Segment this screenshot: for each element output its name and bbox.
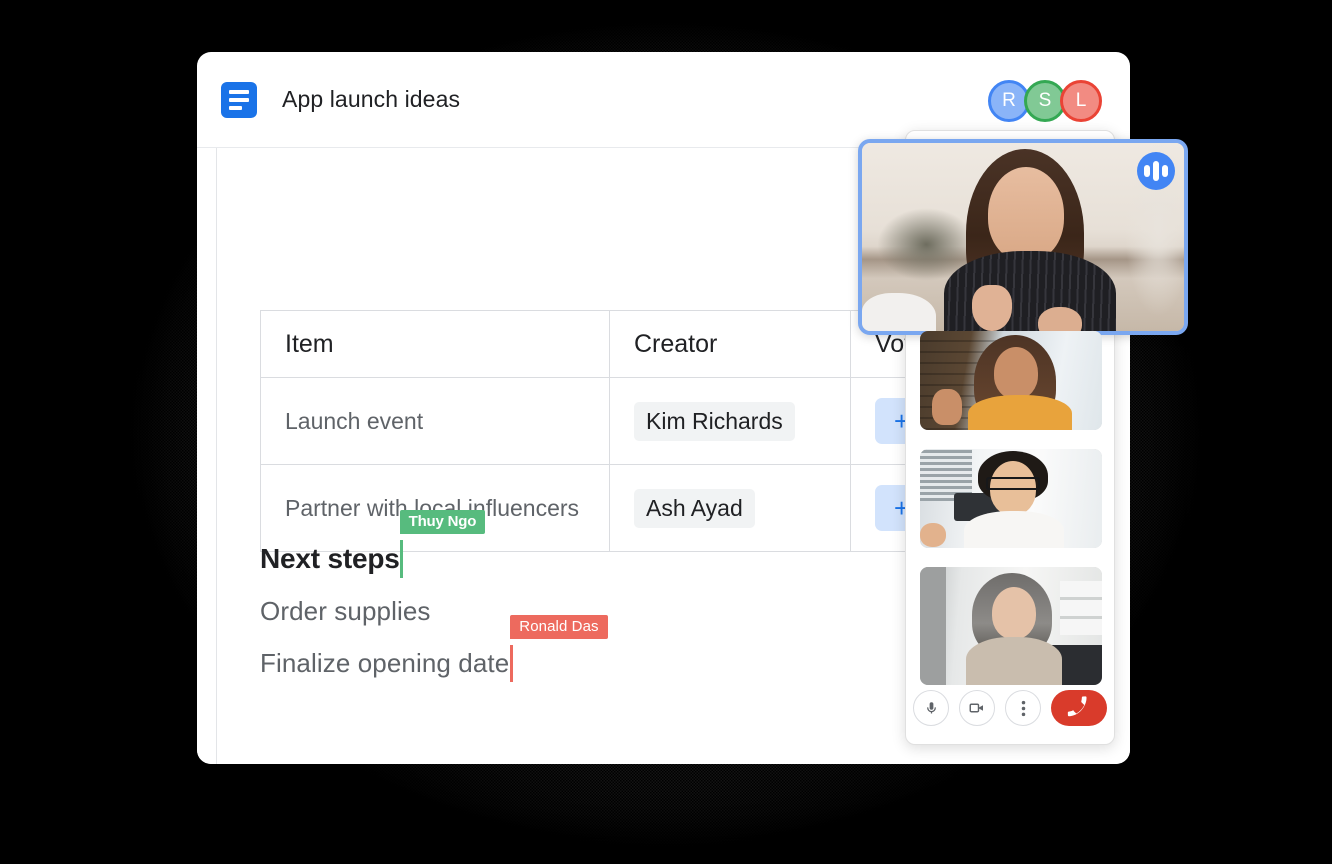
end-call-button[interactable] bbox=[1051, 690, 1107, 726]
avatar-initial: S bbox=[1038, 90, 1052, 111]
cell-item: Launch event bbox=[260, 377, 610, 465]
line-text: Finalize opening date bbox=[260, 648, 510, 678]
video-call-panel bbox=[858, 130, 1188, 745]
creator-chip[interactable]: Kim Richards bbox=[634, 401, 795, 441]
cell-creator: Ash Ayad bbox=[609, 464, 851, 552]
collaborator-cursor-label: Thuy Ngo bbox=[399, 510, 486, 534]
collaborator-cursor-thuy-ngo: Thuy Ngo bbox=[399, 510, 486, 578]
screenshot-stage: App launch ideas R S L Item Creator Laun… bbox=[0, 0, 1332, 864]
doc-icon-line bbox=[229, 89, 249, 94]
participant-thumbnails bbox=[920, 331, 1102, 704]
column-header-creator: Creator bbox=[609, 310, 851, 378]
collaborator-cursor-label: Ronald Das bbox=[510, 615, 608, 639]
participant-video bbox=[920, 331, 1102, 430]
more-options-button[interactable] bbox=[1005, 690, 1041, 726]
participant-video bbox=[920, 449, 1102, 548]
next-steps-line-2[interactable]: Finalize opening date Ronald Das bbox=[260, 615, 608, 682]
next-steps-line-row: Finalize opening date Ronald Das bbox=[260, 615, 900, 682]
participant-video bbox=[920, 567, 1102, 685]
end-call-icon bbox=[1067, 696, 1087, 717]
more-vertical-icon bbox=[1021, 700, 1025, 716]
column-header-item: Item bbox=[260, 310, 610, 378]
collaborator-cursor-ronald-das: Ronald Das bbox=[510, 615, 608, 682]
microphone-icon bbox=[926, 701, 936, 713]
next-steps-heading[interactable]: Next steps Thuy Ngo bbox=[260, 510, 486, 578]
next-steps-section[interactable]: Next steps Thuy Ngo Order supplies Final… bbox=[260, 510, 900, 682]
camera-button[interactable] bbox=[959, 690, 995, 726]
cell-creator: Kim Richards bbox=[609, 377, 851, 465]
main-speaker-video bbox=[862, 143, 1184, 331]
cell-item: Partner with local influencers bbox=[260, 464, 610, 552]
avatar[interactable]: L bbox=[1060, 80, 1102, 122]
participant-tile[interactable] bbox=[920, 331, 1102, 430]
video-camera-icon bbox=[969, 703, 983, 713]
next-steps-heading-row: Next steps Thuy Ngo bbox=[260, 510, 900, 578]
collaborator-avatars: R S L bbox=[988, 80, 1102, 122]
doc-icon-line bbox=[229, 105, 242, 110]
microphone-button[interactable] bbox=[913, 690, 949, 726]
participant-tile[interactable] bbox=[920, 449, 1102, 548]
next-steps-line-1[interactable]: Order supplies bbox=[260, 596, 430, 627]
creator-chip[interactable]: Ash Ayad bbox=[634, 488, 755, 528]
docs-app-icon[interactable] bbox=[221, 81, 257, 118]
avatar-initial: L bbox=[1075, 90, 1087, 111]
avatar-initial: R bbox=[1002, 90, 1016, 111]
participant-tile[interactable] bbox=[920, 567, 1102, 685]
call-controls bbox=[906, 690, 1114, 726]
speaking-indicator-icon bbox=[1137, 152, 1175, 190]
main-speaker-tile[interactable] bbox=[858, 139, 1188, 335]
document-title[interactable]: App launch ideas bbox=[282, 86, 460, 113]
doc-icon-line bbox=[229, 97, 249, 102]
heading-text: Next steps bbox=[260, 543, 400, 574]
page-margin-rule bbox=[216, 148, 217, 764]
